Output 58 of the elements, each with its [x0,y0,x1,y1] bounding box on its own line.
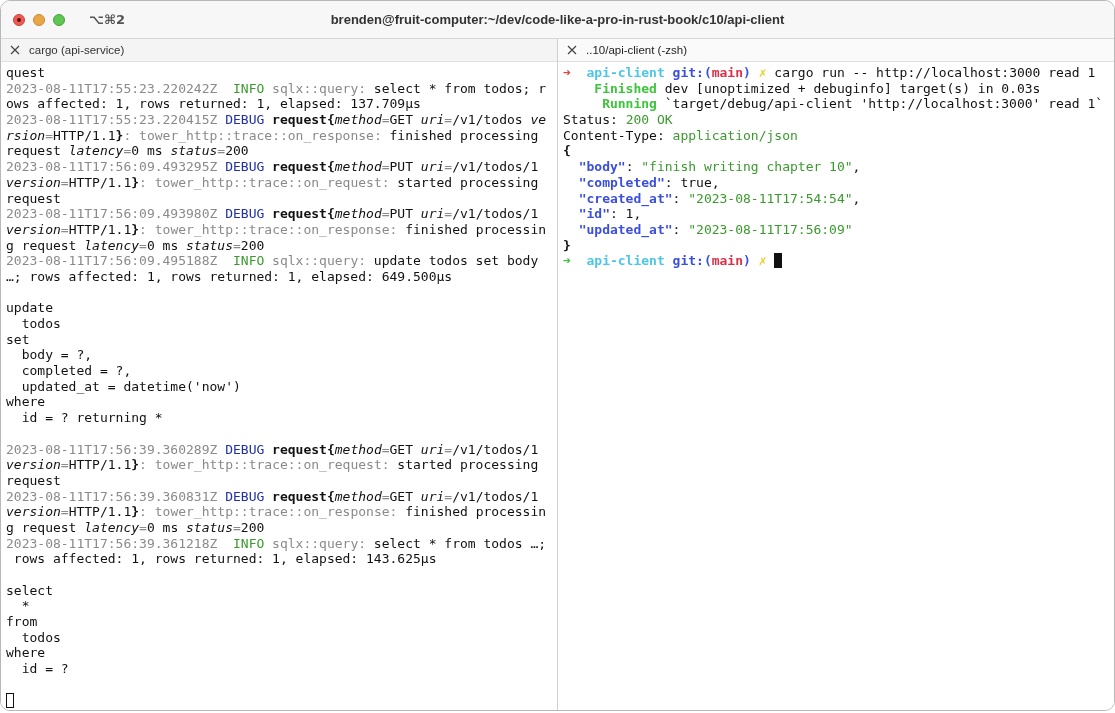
terminal-line: version=HTTP/1.1}: tower_http::trace::on_request: started processing [6,457,539,473]
terminal-line: rows affected: 1, rows returned: 1, elapsed: 143.625µs [12,551,437,567]
terminal-line: Finished dev [unoptimized + debuginfo] target(s) in 0.03s [593,80,1041,97]
terminal-line: id = ? [20,661,69,677]
terminal-line: Content-Type: application/json [563,127,798,144]
close-icon[interactable] [567,45,577,55]
terminal-line: id = ? returning * [20,410,163,426]
terminal-line: request [6,472,61,489]
terminal-line: version=HTTP/1.1}: tower_http::trace::on_response: finished processin [6,221,547,238]
terminal-line: "updated_at": "2023-08-11T17:56:09" [577,221,853,238]
terminal-line: ows affected: 1, rows returned: 1, elapsed: 137.709µs [6,96,421,113]
shortcut-label: ⌥⌘2 [89,12,126,27]
terminal-line: todos [20,629,61,646]
terminal-line: "created_at": "2023-08-11T17:54:54", [577,190,861,207]
terminal-line: request latency=0 ms status=200 [6,143,249,160]
terminal-line: select [6,582,53,599]
terminal-line: "completed": true, [577,174,720,191]
pane-tab-label[interactable]: ..10/api-client (-zsh) [586,44,687,56]
terminal-line: 2023-08-11T17:56:39.360831Z DEBUG request{method=GET uri=/v1/todos/1 [6,488,539,505]
terminal-line: ➜ api-client git:(main) ✗ [563,253,767,269]
terminal-line: quest [6,65,46,81]
pane-tab-label[interactable]: cargo (api-service) [29,44,125,56]
terminal-line: g request latency=0 ms status=200 [6,519,265,536]
terminal-line: "body": "finish writing chapter 10", [577,159,861,175]
terminal-line: update [6,300,53,316]
terminal-line: version=HTTP/1.1}: tower_http::trace::on_response: finished processin [6,504,547,520]
window-title: brenden@fruit-computer:~/dev/code-like-a-pro-in-rust-book/c10/api-client [330,12,785,27]
terminal-line: ➜ api-client git:(main) ✗ cargo run -- http://localhost:3000 read 1 [563,65,1096,81]
terminal-line: set [6,331,30,348]
terminal-line: Status: 200 OK [563,112,673,128]
terminal-line: 2023-08-11T17:56:09.493980Z DEBUG request{method=PUT uri=/v1/todos/1 [6,206,539,222]
terminal-line: } [563,237,571,254]
terminal-line: todos [20,316,61,332]
terminal-line: 2023-08-11T17:56:09.493295Z DEBUG request{method=PUT uri=/v1/todos/1 [6,159,539,175]
terminal-line: request [6,190,61,207]
terminal-line: where [6,394,46,411]
terminal-line: "id": 1, [577,206,642,222]
terminal-line: body = ?, [20,347,93,364]
terminal-line: from [6,614,38,630]
terminal-line: rsion=HTTP/1.1}: tower_http::trace::on_response: finished processing [6,127,539,144]
terminal-line: g request latency=0 ms status=200 [6,237,265,254]
terminal-line: 2023-08-11T17:56:09.495188Z INFO sqlx::query: update todos set body [6,253,539,269]
minimize-button[interactable] [33,13,45,26]
close-button[interactable] [13,13,25,26]
terminal-line: version=HTTP/1.1}: tower_http::trace::on_request: started processing [6,174,539,191]
terminal-line: 2023-08-11T17:56:39.361218Z INFO sqlx::query: select * from todos …; [6,535,547,552]
terminal-line: completed = ?, [20,363,132,379]
terminal-line: where [6,645,46,662]
terminal-line: …; rows affected: 1, rows returned: 1, elapsed: 649.500µs [6,268,453,285]
terminal-line: { [563,143,571,160]
close-icon[interactable] [10,45,20,55]
terminal-line: updated_at = datetime('now') [20,378,241,395]
terminal-line: 2023-08-11T17:56:39.360289Z DEBUG request{method=GET uri=/v1/todos/1 [6,441,539,458]
terminal-line: 2023-08-11T17:55:23.220242Z INFO sqlx::query: select * from todos; r [6,80,547,97]
terminal-line: * [20,598,30,615]
terminal-line: Running `target/debug/api-client 'http://localhost:3000' read 1` [601,96,1104,113]
zoom-button[interactable] [53,13,65,26]
terminal-line: 2023-08-11T17:55:23.220415Z DEBUG request{method=GET uri=/v1/todos ve [6,112,547,128]
